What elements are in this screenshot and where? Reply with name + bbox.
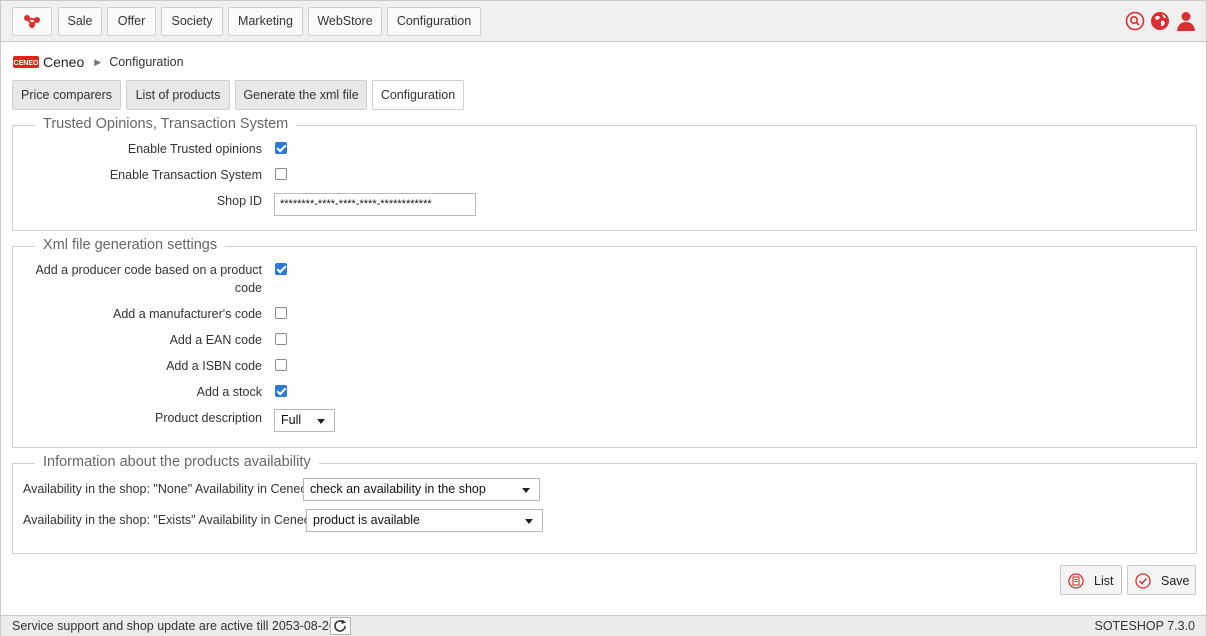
ean-code-label: Add a EAN code — [169, 333, 262, 347]
availability-none-value: check an availability in the shop — [310, 482, 486, 496]
check-circle-icon — [1135, 573, 1151, 589]
ceneo-logo-text: CENEO — [14, 60, 39, 67]
availability-exists-label: Availability in the shop: "Exists" Avail… — [23, 513, 315, 527]
enable-transaction-checkbox[interactable] — [275, 168, 287, 180]
producer-code-label-line1: Add a producer code based on a product — [35, 263, 262, 277]
trusted-legend: Trusted Opinions, Transaction System — [35, 116, 297, 132]
stock-checkbox[interactable] — [275, 385, 287, 397]
tab-configuration[interactable]: Configuration — [372, 80, 464, 110]
ean-code-checkbox[interactable] — [275, 333, 287, 345]
breadcrumb: CENEO Ceneo ▶ Configuration — [13, 54, 184, 70]
trusted-opinions-fieldset: Trusted Opinions, Transaction System Ena… — [12, 116, 1197, 231]
producer-code-label-line2: code — [234, 281, 262, 295]
nav-marketing[interactable]: Marketing — [228, 7, 303, 36]
nav-offer[interactable]: Offer — [107, 7, 156, 36]
breadcrumb-current: Configuration — [109, 55, 184, 69]
ceneo-logo-icon: CENEO — [13, 56, 39, 68]
product-description-value: Full — [281, 413, 302, 427]
list-icon — [1068, 573, 1084, 589]
availability-none-select[interactable]: check an availability in the shop — [303, 478, 540, 501]
top-navigation-bar: Sale Offer Society Marketing WebStore Co… — [1, 1, 1206, 42]
availability-none-label: Availability in the shop: "None" Availab… — [23, 482, 311, 496]
nav-configuration[interactable]: Configuration — [387, 7, 481, 36]
globe-icon[interactable] — [1150, 11, 1170, 31]
availability-fieldset: Information about the products availabil… — [12, 454, 1197, 554]
product-description-select[interactable]: Full — [274, 409, 335, 432]
list-button[interactable]: List — [1060, 565, 1122, 595]
nav-sale[interactable]: Sale — [58, 7, 102, 36]
user-icon[interactable] — [1176, 11, 1196, 31]
breadcrumb-separator-icon: ▶ — [94, 56, 102, 67]
manufacturer-code-label: Add a manufacturer's code — [113, 307, 262, 321]
stock-label: Add a stock — [196, 385, 262, 399]
producer-code-checkbox[interactable] — [275, 263, 287, 275]
chevron-down-icon — [522, 488, 530, 493]
list-button-label: List — [1094, 574, 1114, 588]
manufacturer-code-checkbox[interactable] — [275, 307, 287, 319]
availability-exists-value: product is available — [313, 513, 421, 527]
shop-id-label: Shop ID — [216, 194, 262, 208]
refresh-icon — [334, 619, 346, 632]
shop-id-input[interactable]: ********-****-****-****-************ — [274, 193, 476, 216]
isbn-code-checkbox[interactable] — [275, 359, 287, 371]
breadcrumb-module[interactable]: Ceneo — [43, 54, 84, 70]
save-button-label: Save — [1161, 574, 1190, 588]
availability-legend: Information about the products availabil… — [35, 454, 319, 470]
home-logo-icon — [24, 15, 40, 28]
tab-price-comparers[interactable]: Price comparers — [12, 80, 121, 110]
product-description-label: Product description — [154, 411, 262, 425]
xml-legend: Xml file generation settings — [35, 237, 226, 253]
nav-webstore[interactable]: WebStore — [308, 7, 382, 36]
tab-generate-xml[interactable]: Generate the xml file — [235, 80, 367, 110]
search-icon[interactable] — [1125, 11, 1145, 31]
availability-exists-select[interactable]: product is available — [306, 509, 543, 532]
tab-list-of-products[interactable]: List of products — [126, 80, 230, 110]
refresh-button[interactable] — [330, 617, 351, 635]
nav-society[interactable]: Society — [161, 7, 223, 36]
chevron-down-icon — [525, 519, 533, 524]
enable-trusted-label: Enable Trusted opinions — [127, 142, 262, 156]
chevron-down-icon — [317, 419, 325, 424]
enable-trusted-checkbox[interactable] — [275, 142, 287, 154]
save-button[interactable]: Save — [1127, 565, 1196, 595]
status-footer: Service support and shop update are acti… — [1, 615, 1206, 636]
enable-transaction-label: Enable Transaction System — [109, 168, 262, 182]
home-button[interactable] — [12, 7, 52, 36]
isbn-code-label: Add a ISBN code — [166, 359, 262, 373]
xml-settings-fieldset: Xml file generation settings Add a produ… — [12, 237, 1197, 448]
version-label: SOTESHOP 7.3.0 — [1094, 619, 1195, 633]
support-message: Service support and shop update are acti… — [12, 619, 336, 633]
